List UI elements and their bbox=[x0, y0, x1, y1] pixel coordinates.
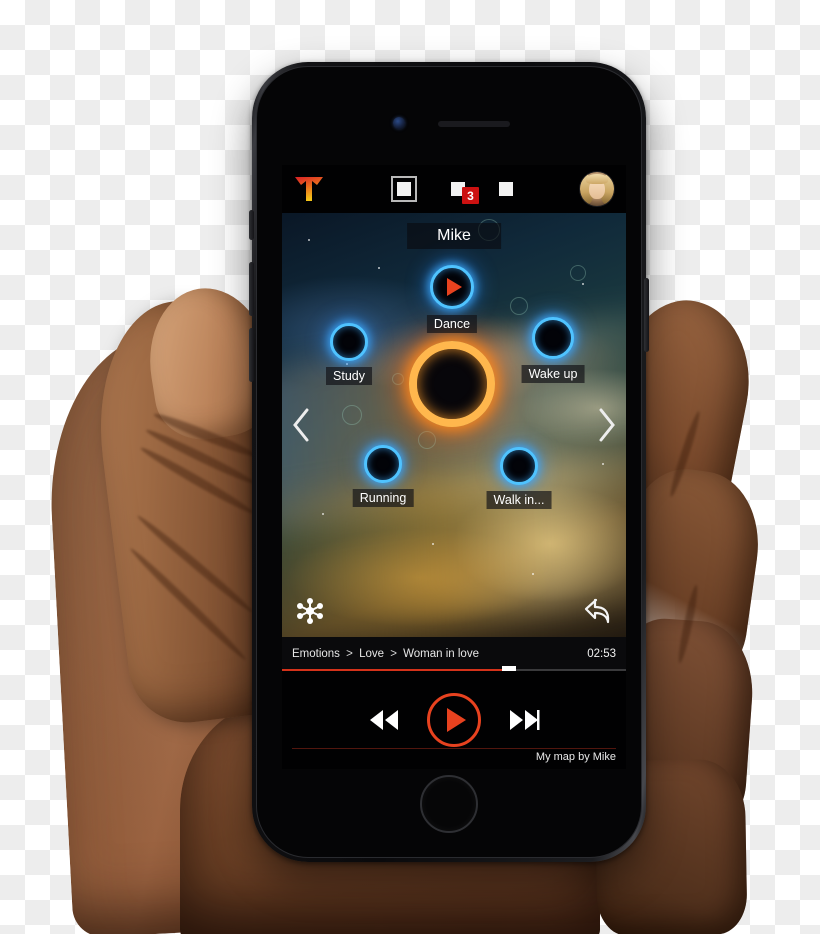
previous-button[interactable] bbox=[367, 707, 401, 733]
node-dance[interactable]: Dance bbox=[426, 265, 478, 333]
play-icon bbox=[446, 278, 462, 296]
star bbox=[346, 363, 348, 365]
smartphone-device: 3 Mike Dance Study Wake up Running Walk … bbox=[249, 62, 649, 862]
node-wake-up[interactable]: Wake up bbox=[521, 317, 585, 383]
ghost-node bbox=[342, 405, 362, 425]
star bbox=[322, 513, 324, 515]
square-icon bbox=[499, 182, 513, 196]
node-label: Study bbox=[326, 367, 372, 385]
phone-front-face: 3 Mike Dance Study Wake up Running Walk … bbox=[256, 66, 642, 858]
node-study[interactable]: Study bbox=[326, 323, 372, 385]
star bbox=[582, 283, 584, 285]
breadcrumb-separator: > bbox=[390, 648, 397, 660]
front-camera-icon bbox=[393, 117, 405, 129]
star bbox=[378, 267, 380, 269]
node-ring bbox=[364, 445, 402, 483]
app-bar: 3 bbox=[282, 165, 626, 213]
node-label: Wake up bbox=[521, 365, 585, 383]
node-ring bbox=[330, 323, 368, 361]
map-credit: My map by Mike bbox=[535, 751, 616, 763]
star bbox=[432, 543, 434, 545]
node-walk-in[interactable]: Walk in... bbox=[486, 447, 552, 509]
ghost-node bbox=[418, 431, 436, 449]
node-label: Running bbox=[352, 489, 414, 507]
volume-down-button[interactable] bbox=[249, 328, 254, 382]
star bbox=[532, 573, 534, 575]
ghost-node bbox=[392, 373, 404, 385]
music-map-canvas[interactable]: Mike Dance Study Wake up Running Walk in… bbox=[282, 213, 626, 637]
map-tool-row bbox=[282, 589, 626, 637]
credit-divider bbox=[292, 748, 616, 749]
play-button[interactable] bbox=[427, 693, 481, 747]
square-outline-icon bbox=[397, 182, 411, 196]
silent-switch[interactable] bbox=[249, 210, 254, 240]
tab-strip: 3 bbox=[324, 176, 580, 204]
tab-maps[interactable] bbox=[391, 176, 417, 202]
ghost-node bbox=[510, 297, 528, 315]
tab-notifications[interactable]: 3 bbox=[451, 182, 479, 204]
breadcrumb-item-subcategory[interactable]: Love bbox=[359, 648, 384, 660]
next-button[interactable] bbox=[507, 707, 541, 733]
center-node-ring bbox=[409, 341, 495, 427]
home-button[interactable] bbox=[420, 775, 478, 833]
node-label: Walk in... bbox=[486, 491, 552, 509]
avatar-fringe bbox=[586, 174, 608, 184]
swipe-hand-icon[interactable] bbox=[582, 597, 612, 630]
page-title: Mike bbox=[407, 223, 501, 249]
node-ring bbox=[430, 265, 474, 309]
molecule-network-icon[interactable] bbox=[296, 597, 324, 630]
phone-screen: 3 Mike Dance Study Wake up Running Walk … bbox=[282, 165, 626, 769]
ghost-node bbox=[570, 265, 586, 281]
chevron-right-icon[interactable] bbox=[596, 407, 618, 443]
center-node[interactable] bbox=[409, 341, 495, 427]
track-duration: 02:53 bbox=[587, 648, 616, 660]
notification-badge: 3 bbox=[462, 187, 479, 204]
avatar[interactable] bbox=[580, 172, 614, 206]
chevron-left-icon[interactable] bbox=[290, 407, 312, 443]
breadcrumb-item-category[interactable]: Emotions bbox=[292, 648, 340, 660]
play-icon bbox=[447, 708, 466, 732]
star bbox=[602, 463, 604, 465]
shield-arrow-logo-icon[interactable] bbox=[294, 176, 324, 202]
tab-library[interactable] bbox=[499, 182, 513, 196]
node-ring bbox=[500, 447, 538, 485]
node-ring bbox=[532, 317, 574, 359]
node-running[interactable]: Running bbox=[352, 445, 414, 507]
node-label: Dance bbox=[426, 315, 478, 333]
breadcrumb: Emotions > Love > Woman in love bbox=[292, 648, 587, 660]
breadcrumb-item-track[interactable]: Woman in love bbox=[403, 648, 479, 660]
earpiece-speaker bbox=[438, 121, 510, 127]
volume-up-button[interactable] bbox=[249, 262, 254, 316]
power-button[interactable] bbox=[644, 278, 649, 352]
breadcrumb-separator: > bbox=[346, 648, 353, 660]
transport-controls: My map by Mike bbox=[282, 671, 626, 769]
track-info-bar: Emotions > Love > Woman in love 02:53 bbox=[282, 637, 626, 674]
star bbox=[308, 239, 310, 241]
